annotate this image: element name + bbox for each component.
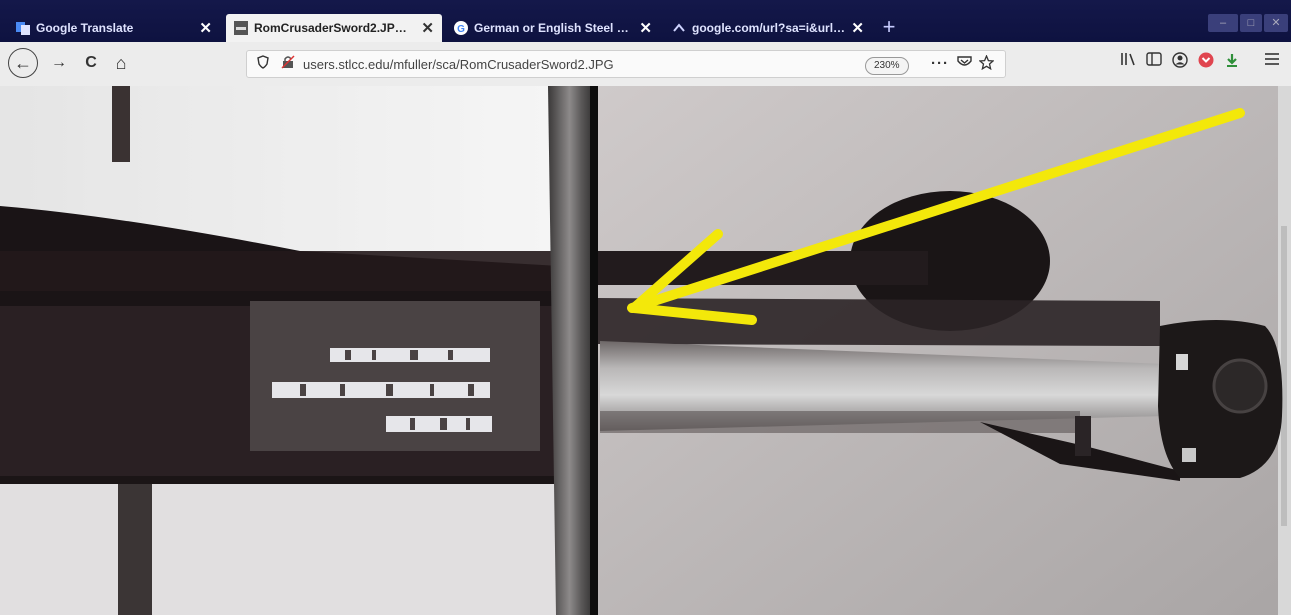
menu-icon[interactable] [1264,52,1280,70]
page-actions-menu-icon[interactable]: ··· [931,55,949,72]
image-viewer [0,86,1291,615]
home-button[interactable]: ⌂ [108,50,134,76]
back-button[interactable]: ← [8,48,38,78]
link-icon [672,21,686,35]
close-tab-icon[interactable]: ✕ [851,19,864,37]
zoom-level-badge[interactable]: 230% [865,57,909,75]
close-window-icon[interactable]: ✕ [1264,14,1288,32]
tab-title: google.com/url?sa=i&url=http [692,21,845,35]
url-text: users.stlcc.edu/mfuller/sca/RomCrusaderS… [303,56,614,72]
close-tab-icon[interactable]: ✕ [421,19,434,37]
close-tab-icon[interactable]: ✕ [639,19,652,37]
minimize-icon[interactable]: – [1208,14,1238,32]
shield-icon[interactable] [257,55,269,73]
google-translate-icon [16,21,30,35]
close-tab-icon[interactable]: ✕ [199,19,212,37]
address-bar[interactable]: users.stlcc.edu/mfuller/sca/RomCrusaderS… [246,50,1006,78]
tab-google-url[interactable]: google.com/url?sa=i&url=http ✕ [664,14,872,42]
account-icon[interactable] [1172,52,1188,72]
tab-title: German or English Steel Sword [474,21,634,35]
pocket-extension-icon[interactable] [1198,52,1214,72]
tab-title: Google Translate [36,21,134,35]
vertical-scrollbar[interactable] [1281,226,1287,526]
sidebar-icon[interactable] [1146,52,1162,70]
tab-title: RomCrusaderSword2.JPG (JPEG [254,21,415,35]
forward-button[interactable]: → [46,50,72,76]
download-extension-icon[interactable] [1224,52,1240,72]
tab-google-translate[interactable]: Google Translate ✕ [8,14,220,42]
sword-photo [0,86,1291,615]
tab-strip: Google Translate ✕ RomCrusaderSword2.JPG… [0,0,1291,42]
google-icon: G [454,21,468,35]
image-thumbnail-icon [234,21,248,35]
library-icon[interactable] [1120,52,1136,70]
insecure-lock-icon[interactable] [281,55,295,73]
bookmark-star-icon[interactable] [978,54,995,74]
tab-german-english-sword[interactable]: G German or English Steel Sword ✕ [446,14,660,42]
new-tab-button[interactable]: + [876,16,902,40]
tab-romcrusadersword[interactable]: RomCrusaderSword2.JPG (JPEG ✕ [226,14,442,42]
navigation-toolbar: ← → C ⌂ users.stlcc.edu/mfuller/sca/RomC… [0,42,1291,87]
svg-text:G: G [457,24,465,35]
pocket-icon[interactable] [957,55,972,73]
reload-button[interactable]: C [78,50,104,76]
maximize-icon[interactable]: □ [1240,14,1262,32]
